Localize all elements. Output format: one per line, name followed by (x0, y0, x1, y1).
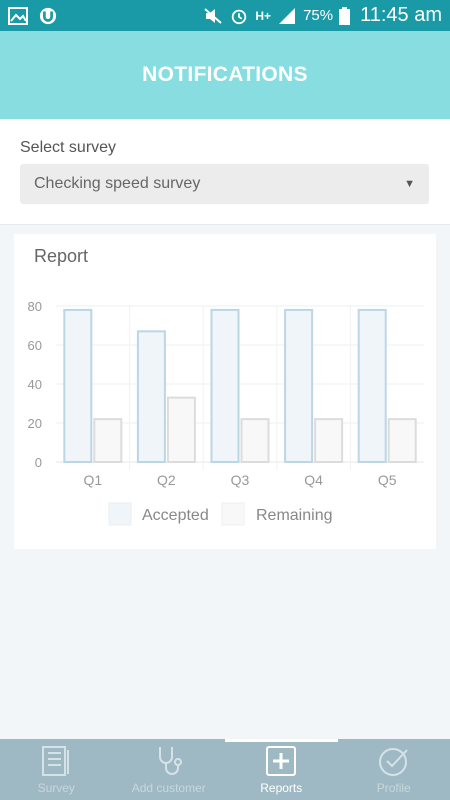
bar-remaining (166, 396, 196, 463)
report-title: Report (34, 246, 89, 266)
plus-box-icon (266, 746, 297, 776)
bar-accepted (210, 308, 240, 464)
y-tick-label: 80 (28, 299, 42, 314)
caret-down-icon: ▼ (404, 178, 415, 190)
nav-label-profile: Profile (376, 781, 411, 795)
bar-accepted (63, 308, 93, 464)
battery-icon (339, 6, 351, 25)
y-tick-label: 20 (28, 416, 42, 431)
alarm-icon (232, 9, 247, 24)
torrent-icon (39, 7, 57, 24)
nav-label-reports: Reports (260, 781, 303, 795)
bar-remaining (240, 418, 270, 464)
legend-swatch-accepted (108, 502, 132, 526)
bar-remaining (93, 418, 123, 464)
mute-icon (204, 7, 223, 24)
x-tick-label: Q3 (231, 472, 250, 488)
survey-label: Select survey (20, 139, 117, 156)
nav-item-profile[interactable]: Profile (338, 739, 450, 800)
status-bar: H+ 75% 11:45 am (0, 0, 450, 31)
nav-item-survey[interactable]: Survey (0, 739, 113, 800)
nav-item-reports[interactable]: Reports (225, 739, 338, 800)
bottom-nav: Survey Add customer Reports Profile (0, 739, 450, 800)
app-header: NOTIFICATIONS (0, 31, 450, 119)
status-time: 11:45 am (360, 4, 442, 26)
report-card: 0 20 40 60 80 Q1 Q2 Q3 Q4 Q5 Accepted Remaining Rep… (14, 234, 436, 549)
report-chart: 0 20 40 60 80 Q1 Q2 Q3 Q4 Q5 Accepted Remaining (28, 299, 424, 526)
bar-remaining (314, 418, 344, 464)
bar-accepted (136, 330, 166, 463)
survey-select-value: Checking speed survey (34, 175, 201, 192)
nav-item-add-customer[interactable]: Add customer (113, 739, 226, 800)
legend-label-accepted: Accepted (142, 507, 209, 524)
bar-accepted (357, 308, 387, 464)
nav-label-add-customer: Add customer (131, 781, 206, 795)
legend-label-remaining: Remaining (256, 507, 332, 524)
x-tick-label: Q1 (83, 472, 102, 488)
x-tick-label: Q5 (378, 472, 397, 488)
y-tick-label: 60 (28, 338, 42, 353)
survey-select[interactable]: Checking speed survey ▼ (20, 164, 429, 204)
page-title: NOTIFICATIONS (142, 63, 308, 86)
survey-icon (42, 746, 70, 776)
x-tick-label: Q2 (157, 472, 176, 488)
survey-section: Select survey Checking speed survey ▼ (0, 119, 450, 225)
y-tick-label: 0 (35, 455, 42, 470)
legend-swatch-remaining (221, 502, 245, 526)
y-tick-label: 40 (28, 377, 42, 392)
gallery-icon (8, 6, 28, 25)
signal-icon (279, 7, 296, 24)
bar-remaining (387, 418, 417, 464)
x-tick-label: Q4 (304, 472, 323, 488)
network-type: H+ (255, 8, 272, 23)
battery-percent: 75% (303, 7, 334, 24)
nav-label-survey: Survey (37, 781, 75, 795)
bar-accepted (284, 308, 314, 464)
check-circle-icon (378, 748, 408, 776)
stethoscope-icon (158, 747, 182, 775)
